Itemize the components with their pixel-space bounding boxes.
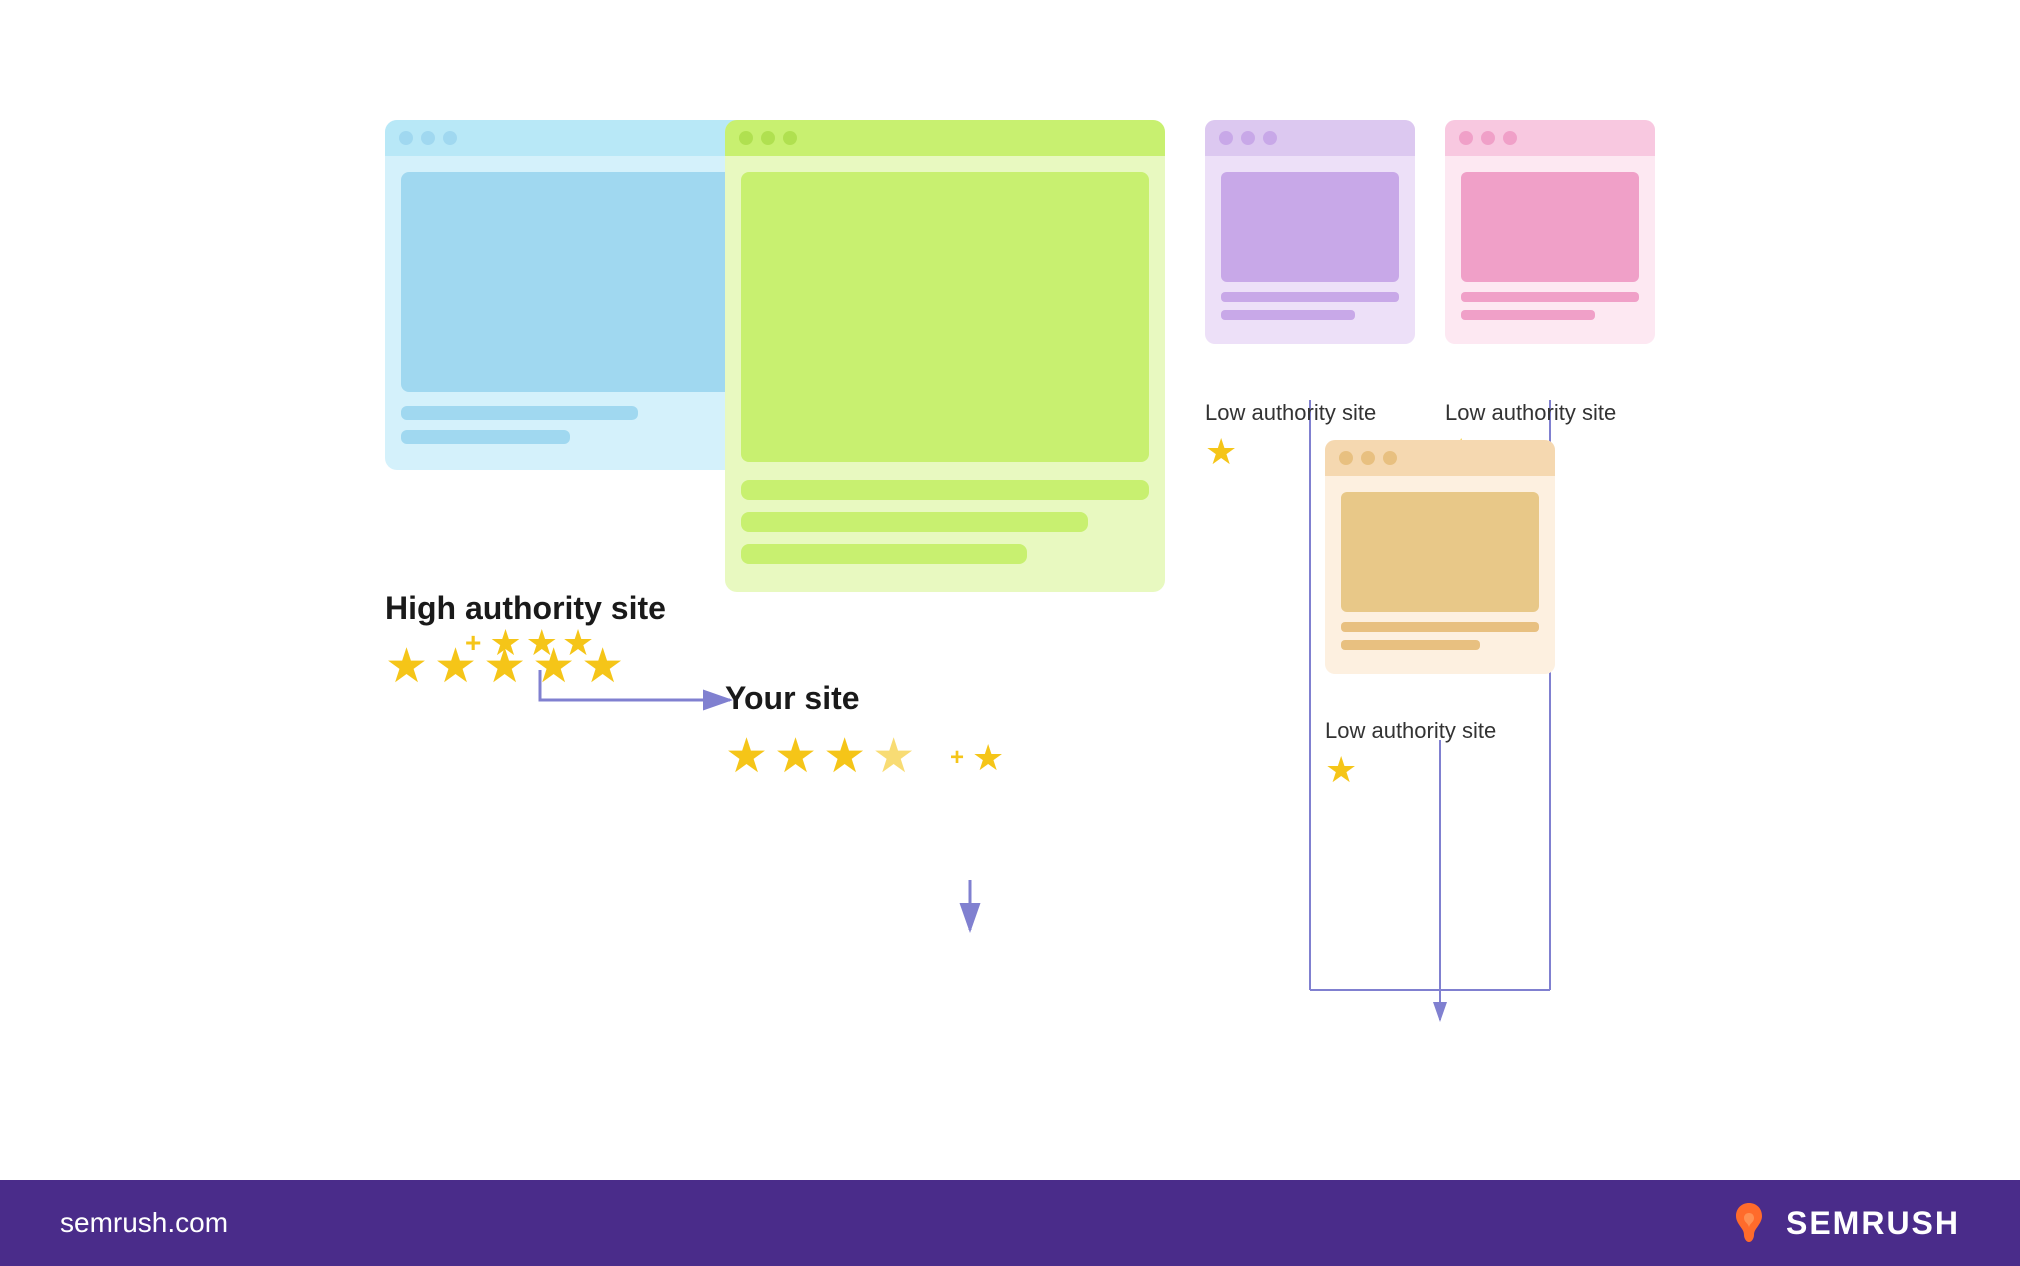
- your-site-titlebar: [725, 120, 1165, 156]
- low-peach-info: Low authority site ★: [1325, 708, 1496, 788]
- low-pink-titlebar: [1445, 120, 1655, 156]
- high-authority-line-1: [401, 406, 638, 420]
- low-pink-line-1: [1461, 292, 1639, 302]
- high-authority-image: [401, 172, 739, 392]
- purple-dot-1: [1219, 131, 1233, 145]
- low-pink-line-2: [1461, 310, 1595, 320]
- high-authority-line-2: [401, 430, 570, 444]
- low-purple-label: Low authority site: [1205, 400, 1376, 426]
- low-purple-line-2: [1221, 310, 1355, 320]
- yours-dot-1: [739, 131, 753, 145]
- low-peach-titlebar: [1325, 440, 1555, 476]
- pink-dot-1: [1459, 131, 1473, 145]
- diagram-area: High authority site ★ ★ ★ ★ ★ + ★ ★ ★: [310, 60, 1710, 1120]
- high-authority-browser: [385, 120, 755, 470]
- your-site-line-3: [741, 544, 1027, 564]
- float-star-1: ★: [489, 625, 521, 661]
- peach-dot-1: [1339, 451, 1353, 465]
- your-star-1: ★: [725, 733, 768, 781]
- your-site-label: Your site: [725, 680, 915, 717]
- dot-3: [443, 131, 457, 145]
- low-peach-line-2: [1341, 640, 1480, 650]
- low-peach-line-1: [1341, 622, 1539, 632]
- dot-1: [399, 131, 413, 145]
- plus-sign-high: +: [465, 627, 481, 659]
- low-peach-stars: ★: [1325, 752, 1496, 788]
- yours-dot-3: [783, 131, 797, 145]
- your-site-body: [725, 156, 1165, 592]
- low-authority-purple-browser: [1205, 120, 1415, 344]
- yours-dot-2: [761, 131, 775, 145]
- semrush-logo: SEMRUSH: [1724, 1198, 1960, 1248]
- your-site-line-2: [741, 512, 1088, 532]
- low-purple-image: [1221, 172, 1399, 282]
- low-purple-line-1: [1221, 292, 1399, 302]
- your-site-info: Your site ★ ★ ★ ★: [725, 660, 915, 781]
- low-pink-label: Low authority site: [1445, 400, 1616, 426]
- purple-dot-2: [1241, 131, 1255, 145]
- low-pink-image: [1461, 172, 1639, 282]
- star-1: ★: [385, 643, 428, 691]
- low-peach-label: Low authority site: [1325, 718, 1496, 744]
- pink-dot-2: [1481, 131, 1495, 145]
- low-peach-image: [1341, 492, 1539, 612]
- dot-2: [421, 131, 435, 145]
- semrush-text: SEMRUSH: [1786, 1205, 1960, 1242]
- low-purple-body: [1205, 156, 1415, 344]
- float-your-star: ★: [972, 740, 1004, 776]
- high-authority-titlebar: [385, 120, 755, 156]
- low-pink-body: [1445, 156, 1655, 344]
- plus-sign-yours: +: [950, 744, 964, 772]
- your-star-3: ★: [823, 733, 866, 781]
- low-peach-body: [1325, 476, 1555, 674]
- footer-url: semrush.com: [60, 1207, 228, 1239]
- your-site-stars: ★ ★ ★ ★: [725, 733, 915, 781]
- footer: semrush.com SEMRUSH: [0, 1180, 2020, 1266]
- your-star-2: ★: [774, 733, 817, 781]
- float-star-3: ★: [562, 625, 594, 661]
- pink-dot-3: [1503, 131, 1517, 145]
- floating-stars-yours: + ★: [950, 740, 1004, 776]
- peach-dot-3: [1383, 451, 1397, 465]
- your-site-line-1: [741, 480, 1149, 500]
- semrush-icon: [1724, 1198, 1774, 1248]
- low-purple-titlebar: [1205, 120, 1415, 156]
- purple-dot-3: [1263, 131, 1277, 145]
- low-purple-star: ★: [1205, 434, 1237, 470]
- your-site-image: [741, 172, 1149, 462]
- low-peach-star: ★: [1325, 752, 1357, 788]
- floating-stars-high: + ★ ★ ★: [465, 625, 594, 661]
- peach-dot-2: [1361, 451, 1375, 465]
- your-star-4: ★: [872, 733, 915, 781]
- float-star-2: ★: [526, 625, 558, 661]
- high-authority-body: [385, 156, 755, 470]
- your-site-browser: [725, 120, 1165, 592]
- low-authority-peach-browser: [1325, 440, 1555, 674]
- low-authority-pink-browser: [1445, 120, 1655, 344]
- main-content: High authority site ★ ★ ★ ★ ★ + ★ ★ ★: [0, 0, 2020, 1180]
